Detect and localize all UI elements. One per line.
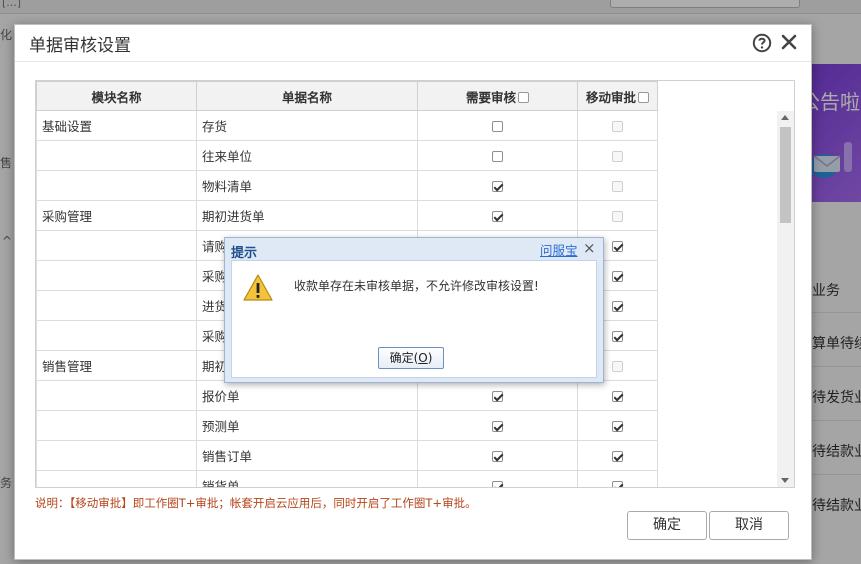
- mobile-approval-cell: [577, 380, 658, 411]
- module-cell: [36, 410, 197, 441]
- select-all-need-review-checkbox[interactable]: [518, 91, 529, 103]
- mobile-approval-checkbox: [612, 181, 623, 192]
- need-review-checkbox[interactable]: [492, 151, 503, 162]
- mobile-approval-checkbox[interactable]: [612, 271, 623, 282]
- alert-ok-label: 确定(: [389, 351, 419, 365]
- select-all-mobile-approval-checkbox[interactable]: [638, 91, 649, 103]
- document-cell: 往来单位: [196, 140, 418, 171]
- need-review-checkbox[interactable]: [492, 481, 503, 487]
- mobile-approval-cell: [577, 200, 658, 231]
- module-cell: [36, 290, 197, 321]
- alert-title: 提示: [231, 246, 258, 261]
- mobile-approval-checkbox: [612, 121, 623, 132]
- need-review-checkbox[interactable]: [492, 451, 503, 462]
- mobile-approval-cell: [577, 110, 658, 141]
- mobile-approval-checkbox[interactable]: [612, 481, 623, 487]
- warning-icon: [243, 274, 273, 301]
- module-cell: [36, 140, 197, 171]
- mobile-approval-checkbox[interactable]: [612, 451, 623, 462]
- scroll-up-arrow-icon[interactable]: [781, 115, 789, 120]
- column-header-need-review: 需要审核: [417, 81, 578, 111]
- need-review-checkbox[interactable]: [492, 391, 503, 402]
- table-header-row: 模块名称 单据名称 需要审核 移动审批: [36, 81, 658, 111]
- cancel-button[interactable]: 取消: [709, 511, 789, 540]
- close-icon[interactable]: [779, 32, 799, 52]
- alert-ok-button[interactable]: 确定(O): [378, 347, 444, 369]
- document-cell: 销货单: [196, 470, 418, 487]
- mobile-approval-cell: [577, 170, 658, 201]
- need-review-checkbox[interactable]: [492, 121, 503, 132]
- need-review-cell: [417, 470, 578, 487]
- scrollbar-thumb[interactable]: [780, 127, 791, 223]
- mobile-approval-checkbox: [612, 361, 623, 372]
- table-row[interactable]: 采购管理 期初进货单: [36, 200, 658, 231]
- help-circle-icon[interactable]: [752, 33, 772, 53]
- module-cell: [36, 170, 197, 201]
- alert-body: 收款单存在未审核单据，不允许修改审核设置! 确定(O): [231, 260, 597, 378]
- table-row[interactable]: 物料清单: [36, 170, 658, 201]
- need-review-checkbox[interactable]: [492, 211, 503, 222]
- module-cell: [36, 320, 197, 351]
- ok-button[interactable]: 确定: [627, 511, 707, 540]
- need-review-checkbox[interactable]: [492, 181, 503, 192]
- alert-ok-accesskey: O: [418, 351, 428, 365]
- need-review-cell: [417, 380, 578, 411]
- ask-service-link[interactable]: 问服宝: [540, 240, 578, 259]
- document-cell: 存货: [196, 110, 418, 141]
- mobile-approval-checkbox: [612, 211, 623, 222]
- table-row[interactable]: 基础设置 存货: [36, 110, 658, 141]
- explanation-note: 说明：【移动审批】即工作圈T+审批；帐套开启云应用后，同时开启了工作圈T+审批。: [35, 496, 477, 510]
- mobile-approval-checkbox[interactable]: [612, 331, 623, 342]
- column-header-module: 模块名称: [36, 81, 197, 111]
- column-header-mobile-approval: 移动审批: [577, 81, 658, 111]
- need-review-checkbox[interactable]: [492, 421, 503, 432]
- module-cell: [36, 260, 197, 291]
- document-cell: 物料清单: [196, 170, 418, 201]
- need-review-cell: [417, 200, 578, 231]
- alert-dialog: 提示 问服宝 × 收款单存在未审核单据，不允许修改审核设置! 确定(O): [224, 237, 604, 383]
- document-cell: 报价单: [196, 380, 418, 411]
- need-review-cell: [417, 410, 578, 441]
- need-review-cell: [417, 440, 578, 471]
- need-review-cell: [417, 110, 578, 141]
- need-review-cell: [417, 140, 578, 171]
- module-cell: [36, 230, 197, 261]
- column-header-document: 单据名称: [196, 81, 418, 111]
- scroll-down-arrow-icon[interactable]: [781, 478, 789, 483]
- module-cell: [36, 470, 197, 487]
- table-row[interactable]: 销货单: [36, 470, 658, 487]
- mobile-approval-checkbox: [612, 151, 623, 162]
- table-row[interactable]: 预测单: [36, 410, 658, 441]
- mobile-approval-checkbox[interactable]: [612, 241, 623, 252]
- module-cell: [36, 380, 197, 411]
- alert-ok-label-end: ): [427, 351, 433, 365]
- mobile-approval-cell: [577, 140, 658, 171]
- table-row[interactable]: 销售订单: [36, 440, 658, 471]
- module-cell: [36, 440, 197, 471]
- header-divider: [15, 61, 811, 62]
- need-review-cell: [417, 170, 578, 201]
- document-cell: 销售订单: [196, 440, 418, 471]
- module-cell: 基础设置: [36, 110, 197, 141]
- alert-close-icon[interactable]: ×: [583, 239, 596, 257]
- alert-message: 收款单存在未审核单据，不允许修改审核设置!: [294, 279, 539, 293]
- mobile-approval-checkbox[interactable]: [612, 301, 623, 312]
- mobile-approval-cell: [577, 440, 658, 471]
- vertical-scrollbar[interactable]: [777, 111, 794, 487]
- module-cell: 销售管理: [36, 350, 197, 381]
- table-row[interactable]: 报价单: [36, 380, 658, 411]
- mobile-approval-checkbox[interactable]: [612, 421, 623, 432]
- table-row[interactable]: 往来单位: [36, 140, 658, 171]
- mobile-approval-cell: [577, 470, 658, 487]
- document-cell: 预测单: [196, 410, 418, 441]
- module-cell: 采购管理: [36, 200, 197, 231]
- document-cell: 期初进货单: [196, 200, 418, 231]
- dialog-title: 单据审核设置: [29, 36, 131, 55]
- mobile-approval-checkbox[interactable]: [612, 391, 623, 402]
- dialog-header: 单据审核设置: [15, 25, 811, 61]
- mobile-approval-cell: [577, 410, 658, 441]
